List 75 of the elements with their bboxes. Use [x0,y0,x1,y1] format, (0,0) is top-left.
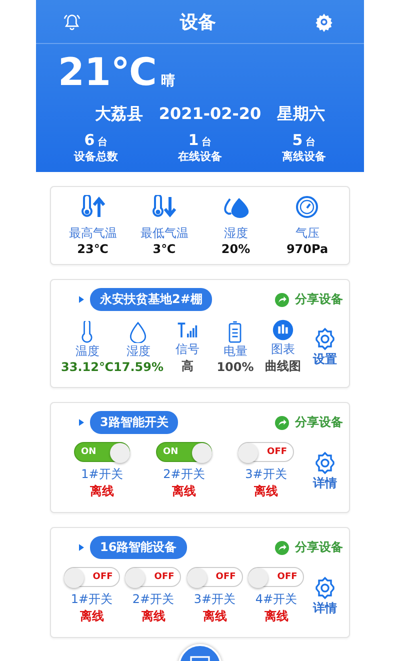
share-icon[interactable] [275,416,289,430]
switch-name: 1#开关 [70,591,113,608]
reading-label: 湿度 [126,342,150,360]
switch-name: 2#开关 [163,466,205,483]
toggle-switch[interactable]: ON [74,442,130,462]
reading-label: 信号 [175,341,200,358]
location: 大荔县 [94,104,143,125]
weather-label: 最高气温 [68,225,117,242]
details-link[interactable]: 详情 [313,474,337,492]
bell-icon[interactable] [62,12,82,32]
share-link[interactable]: 分享设备 [295,414,343,431]
switch-status: 离线 [172,483,196,500]
switch-status: 离线 [264,608,288,625]
weather-value: 23℃ [77,242,108,256]
toggle-switch[interactable]: OFF [186,567,243,587]
reading-label: 图表 [271,341,296,358]
switch-status: 离线 [90,483,114,500]
stat-label: 离线设备 [282,149,326,164]
switch-status: 离线 [80,608,104,625]
share-icon[interactable] [275,540,289,554]
switch-status: 离线 [141,608,166,625]
share-link[interactable]: 分享设备 [295,539,343,556]
reading-value: 高 [181,358,194,375]
switch-name: 2#开关 [132,591,174,608]
page-title: 设备 [180,10,216,34]
weekday: 星期六 [277,104,326,125]
reading-label: 温度 [75,342,100,360]
switch-name: 1#开关 [81,466,123,483]
toggle-switch[interactable]: OFF [125,567,182,587]
temperature: 21℃ [58,50,157,94]
switch-status: 离线 [254,483,278,500]
weather-value: 20% [221,242,250,256]
reading-label: 电量 [223,342,248,360]
expand-triangle-icon[interactable] [79,544,84,551]
toggle-switch[interactable]: OFF [248,567,304,587]
settings-icon[interactable] [313,576,337,600]
reading-value: 100% [216,360,254,374]
device-count: 1 台 [188,131,212,149]
reading-value: 33.12℃ [61,360,114,374]
reading-value: 曲线图 [265,358,302,375]
device-name-tag[interactable]: 16路智能设备 [90,536,187,559]
toggle-switch[interactable]: OFF [64,567,120,587]
toggle-switch[interactable]: OFF [238,442,294,462]
settings-icon[interactable] [313,326,338,350]
device-count: 5 台 [292,131,316,149]
weather-label: 气压 [295,225,320,242]
water-drops-icon [222,195,250,219]
thermometer-down-icon [150,195,178,219]
date: 2021-02-20 [158,104,262,125]
settings-icon[interactable] [313,450,337,474]
share-icon[interactable] [275,292,289,306]
stat-label: 设备总数 [74,149,118,164]
switch-name: 3#开关 [245,466,287,483]
settings-link[interactable]: 设置 [313,350,338,368]
switch-name: 4#开关 [255,591,298,608]
expand-triangle-icon[interactable] [79,419,84,426]
toggle-switch[interactable]: ON [156,442,212,462]
device-name-tag[interactable]: 3路智能开关 [90,411,178,434]
settings-icon[interactable] [314,12,334,32]
share-link[interactable]: 分享设备 [295,291,343,308]
expand-triangle-icon[interactable] [79,296,84,303]
device-count: 6 台 [84,131,108,149]
device-name-tag[interactable]: 永安扶贫基地2#棚 [90,288,212,311]
weather-text: 晴 [160,72,175,91]
weather-label: 湿度 [224,225,248,242]
chart-icon[interactable] [272,319,294,341]
details-link[interactable]: 详情 [313,600,337,616]
switch-name: 3#开关 [194,591,236,608]
switch-status: 离线 [202,608,227,625]
weather-value: 3℃ [152,242,176,256]
weather-label: 最低气温 [140,225,188,242]
weather-value: 970Pa [286,242,328,256]
thermometer-up-icon [78,195,107,219]
reading-value: 17.59% [114,360,164,374]
stat-label: 在线设备 [178,149,222,164]
